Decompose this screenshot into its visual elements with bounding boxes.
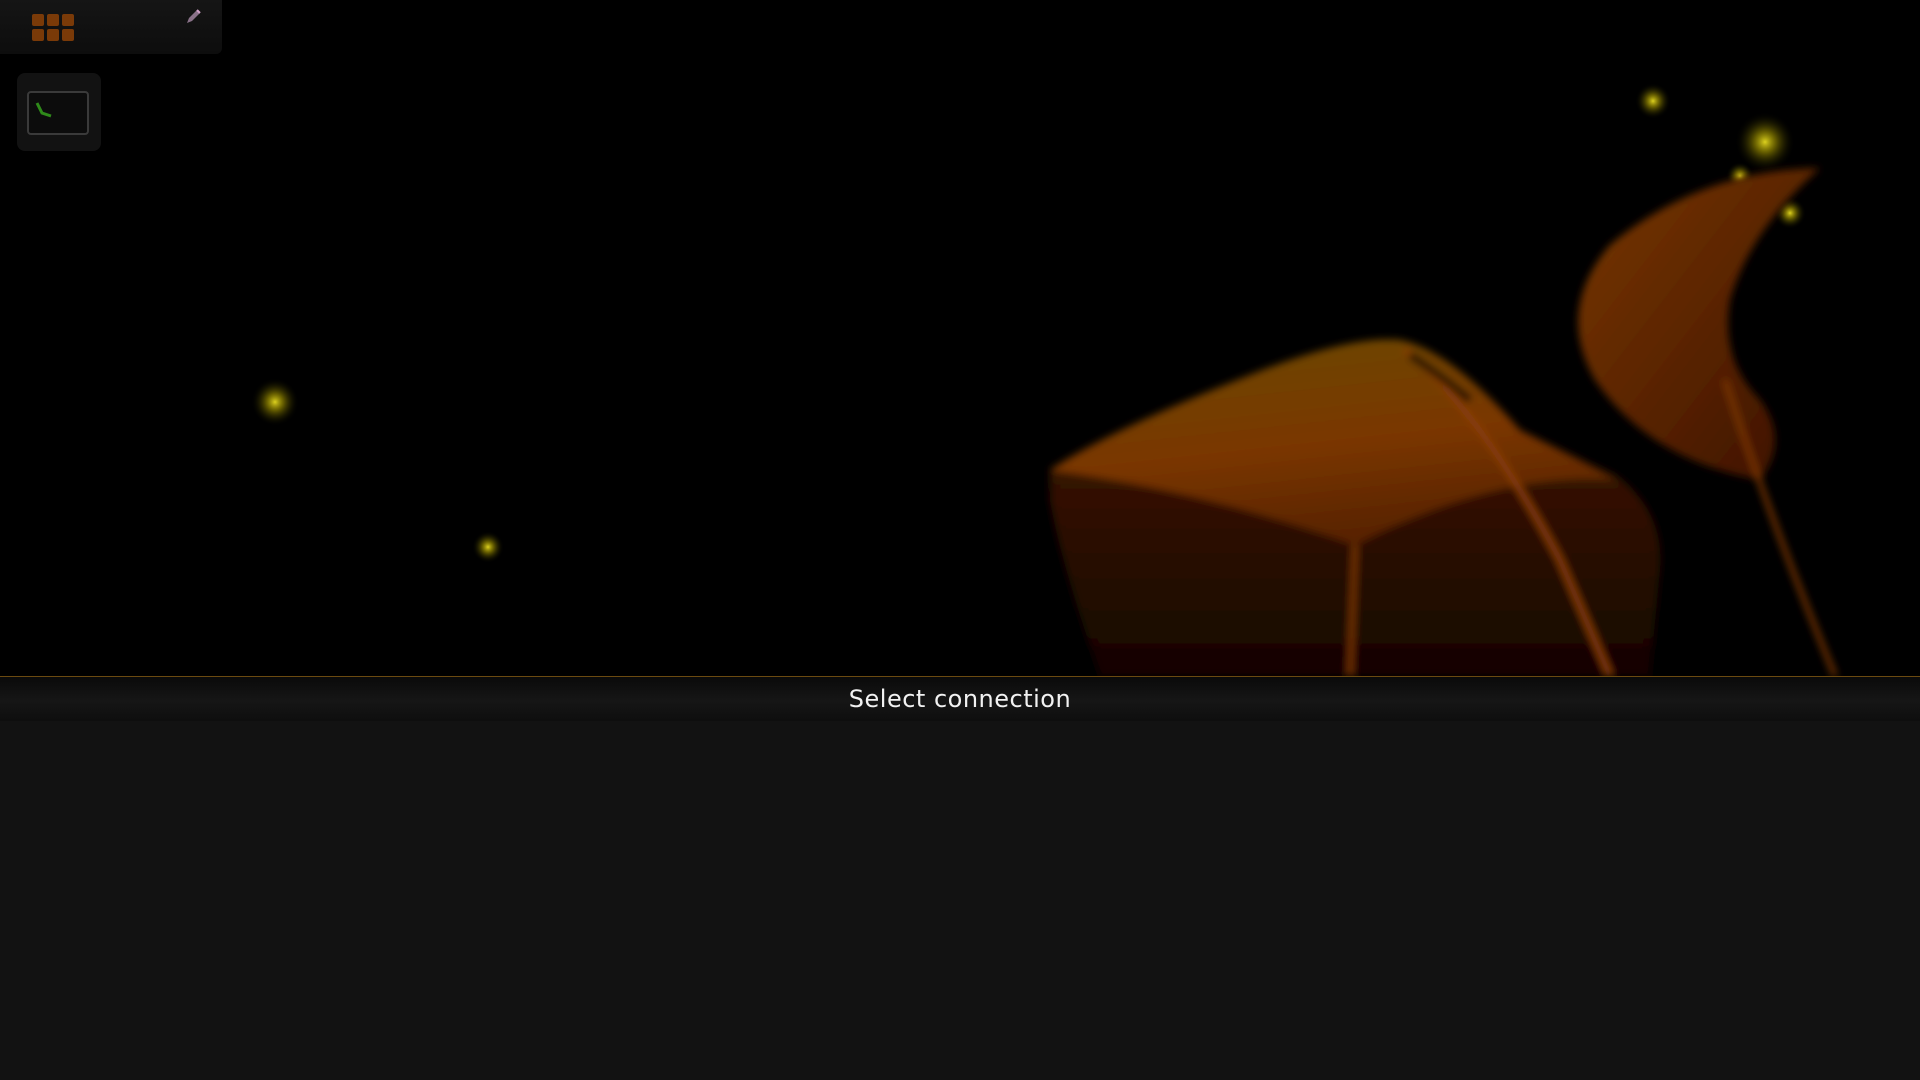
grid-cell [32, 29, 44, 41]
connection-list [0, 721, 1920, 1080]
top-panel [0, 0, 222, 54]
pencil-icon[interactable] [184, 8, 202, 26]
grid-cell [62, 14, 74, 26]
wallpaper-image [251, 83, 1838, 676]
grid-cell [47, 14, 59, 26]
apps-grid-icon[interactable] [32, 14, 76, 44]
grid-cell [32, 14, 44, 26]
dialog-title: Select connection [848, 685, 1072, 713]
glow-particle [251, 378, 299, 426]
desktop [0, 0, 1920, 676]
grid-cell [62, 29, 74, 41]
glow-particle [472, 531, 504, 563]
grid-cell [47, 29, 59, 41]
terminal-icon [27, 91, 89, 135]
glow-particle [1635, 83, 1671, 119]
terminal-launcher[interactable] [17, 73, 101, 151]
dialog-header: Select connection [0, 676, 1920, 721]
package-graphic [1050, 339, 1661, 676]
